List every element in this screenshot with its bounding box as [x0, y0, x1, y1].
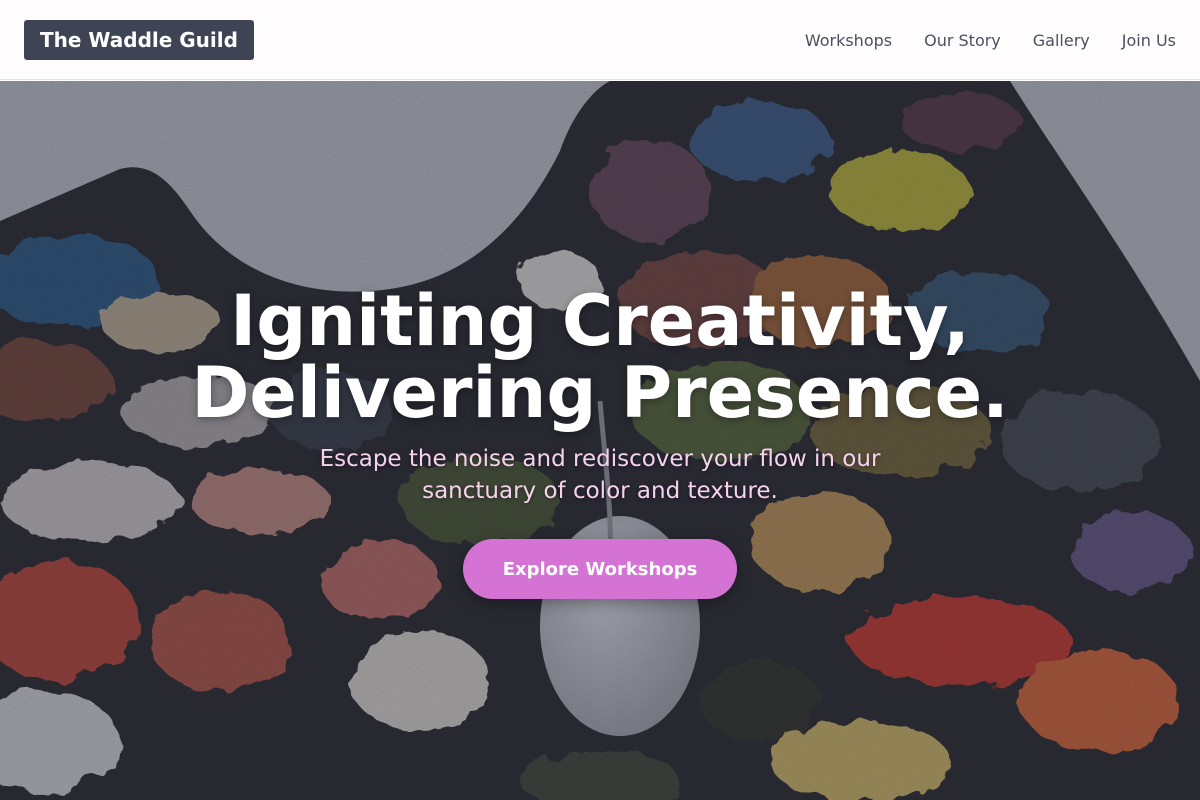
nav-link-gallery[interactable]: Gallery: [1033, 31, 1090, 50]
hero-subheading-line-2: sanctuary of color and texture.: [422, 478, 778, 504]
hero-headline-line-2: Delivering Presence.: [191, 352, 1009, 434]
site-header: The Waddle Guild Workshops Our Story Gal…: [0, 0, 1200, 80]
hero-headline: Igniting Creativity, Delivering Presence…: [0, 285, 1200, 429]
hero-headline-line-1: Igniting Creativity,: [230, 280, 970, 362]
nav-link-join-us[interactable]: Join Us: [1122, 31, 1176, 50]
hero-section: Igniting Creativity, Delivering Presence…: [0, 81, 1200, 800]
hero-dark-overlay: [0, 81, 1200, 800]
site-logo[interactable]: The Waddle Guild: [24, 20, 254, 60]
nav-link-workshops[interactable]: Workshops: [805, 31, 892, 50]
hero-subheading: Escape the noise and rediscover your flo…: [300, 443, 900, 507]
hero-subheading-line-1: Escape the noise and rediscover your flo…: [319, 446, 881, 472]
nav-link-our-story[interactable]: Our Story: [924, 31, 1001, 50]
main-nav: Workshops Our Story Gallery Join Us: [805, 0, 1176, 80]
explore-workshops-button[interactable]: Explore Workshops: [463, 539, 737, 599]
